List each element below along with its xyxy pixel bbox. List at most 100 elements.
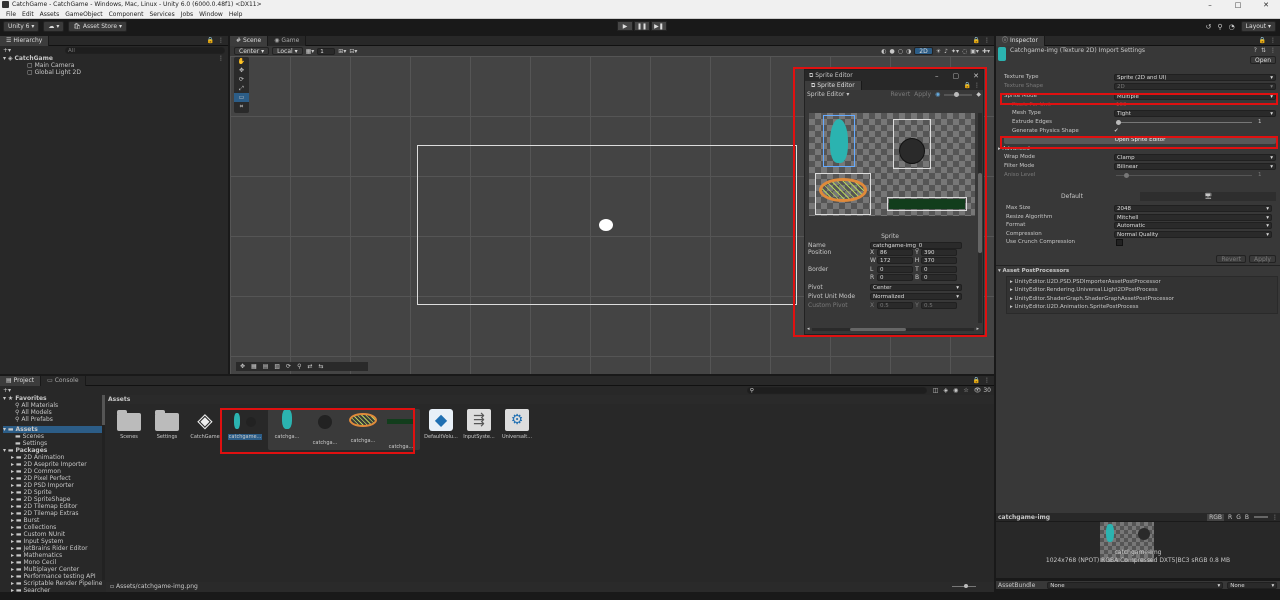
package-item[interactable]: ▸ ▬ JetBrains Rider Editor — [3, 545, 102, 552]
more-icon[interactable]: ⋮ — [218, 37, 224, 44]
asset-item-input-system[interactable]: ⇶ InputSyste... — [462, 409, 496, 440]
scene-menu-icon[interactable]: ⋮ — [218, 55, 224, 62]
extrude-value[interactable]: 1 — [1258, 118, 1262, 127]
icon-size-slider[interactable] — [952, 584, 976, 588]
shading-icon[interactable]: ● — [890, 48, 895, 55]
packages-root[interactable]: ▾ ▬ Packages — [3, 447, 102, 454]
hand-tool-icon[interactable]: ✋ — [234, 57, 249, 66]
cloud-button[interactable]: ☁ ▾ — [43, 21, 65, 32]
asset-item-universal[interactable]: ⚙ Universalt... — [500, 409, 534, 440]
overlay-link-icon[interactable]: ⇆ — [319, 363, 324, 370]
space-dropdown[interactable]: Local ▾ — [272, 47, 303, 55]
physics-shape-checkbox[interactable]: ✔ — [1114, 127, 1119, 136]
postprocessor-item[interactable]: ▸ UnityEditor.U2D.Animation.SpritePostPr… — [1010, 303, 1274, 312]
hierarchy-item-global-light[interactable]: ▢ Global Light 2D — [3, 69, 228, 76]
menu-window[interactable]: Window — [199, 10, 223, 19]
menu-services[interactable]: Services — [149, 10, 174, 19]
package-item[interactable]: ▸ ▬ Performance testing API — [3, 573, 102, 580]
overlay-tile-icon[interactable]: ▤ — [263, 363, 269, 370]
menu-component[interactable]: Component — [109, 10, 144, 19]
asset-store-button[interactable]: 🛍 Asset Store ▾ — [68, 21, 127, 32]
camera-icon[interactable]: ▣▾ — [970, 48, 979, 55]
assetbundle-dropdown[interactable]: None ▾ — [1047, 581, 1224, 589]
hierarchy-search-input[interactable]: All — [65, 47, 225, 54]
hidden-icon[interactable]: ◌ — [962, 48, 967, 55]
tab-project[interactable]: ▤ Project — [0, 375, 42, 386]
asset-item-default-volume[interactable]: ◆ DefaultVolu... — [424, 409, 458, 440]
menu-gameobject[interactable]: GameObject — [65, 10, 102, 19]
rect-tool-icon[interactable]: ▭ — [234, 93, 249, 102]
package-item[interactable]: ▸ ▬ Mono Cecil — [3, 559, 102, 566]
overlay-paint-icon[interactable]: ▧ — [274, 363, 280, 370]
resize-dropdown[interactable]: Mitchell ▾ — [1114, 213, 1272, 221]
revert-button[interactable]: Revert — [1216, 255, 1247, 263]
package-item[interactable]: ▸ ▬ Scriptable Render Pipeline — [3, 580, 102, 587]
package-item[interactable]: ▸ ▬ 2D Common — [3, 468, 102, 475]
package-item[interactable]: ▸ ▬ Input System — [3, 538, 102, 545]
overlay-move-icon[interactable]: ✥ — [240, 363, 245, 370]
tab-hierarchy[interactable]: ☰ Hierarchy — [0, 35, 50, 46]
favorite-icon[interactable]: ☆ — [963, 387, 968, 394]
inspector-lock-icon[interactable]: 🔒 — [1259, 37, 1266, 44]
close-window-button[interactable]: ✕ — [1252, 0, 1280, 10]
channel-rgb[interactable]: RGB — [1207, 513, 1225, 521]
open-button[interactable]: Open — [1249, 56, 1276, 64]
tab-console[interactable]: ▭ Console — [41, 375, 86, 386]
package-item[interactable]: ▸ ▬ 2D PSD Importer — [3, 482, 102, 489]
asset-folder-item[interactable]: ▬ Settings — [3, 440, 102, 447]
preview-more-icon[interactable]: ⋮ — [1272, 514, 1278, 521]
rotate-tool-icon[interactable]: ⟳ — [234, 75, 249, 84]
asset-folder-item[interactable]: ▬ Scenes — [3, 433, 102, 440]
2d-toggle[interactable]: 2D — [914, 47, 933, 55]
search-icon[interactable]: ⚲ — [1217, 23, 1222, 31]
favorite-item[interactable]: ⚲ All Prefabs — [3, 416, 102, 423]
filter-label-icon[interactable]: ◈ — [943, 387, 948, 394]
project-lock-icon[interactable]: 🔒 — [973, 377, 980, 384]
tree-scrollbar[interactable] — [102, 395, 105, 580]
maximize-button[interactable]: □ — [1224, 0, 1252, 10]
tab-default-platform[interactable]: Default — [1004, 192, 1140, 201]
extrude-slider[interactable] — [1116, 119, 1252, 125]
menu-file[interactable]: File — [6, 10, 16, 19]
package-item[interactable]: ▸ ▬ 2D Aseprite Importer — [3, 461, 102, 468]
postprocessor-item[interactable]: ▸ UnityEditor.U2D.PSD.PSDImporterAssetPo… — [1010, 278, 1274, 287]
snap-icon[interactable]: ⊞▾ — [338, 48, 346, 55]
move-tool-icon[interactable]: ✥ — [234, 66, 249, 75]
history-icon[interactable]: ↺ — [1206, 23, 1212, 31]
menu-help[interactable]: Help — [229, 10, 243, 19]
lighting-icon[interactable]: ☀ — [936, 48, 941, 55]
scale-tool-icon[interactable]: ⤢ — [234, 84, 249, 93]
breadcrumb-assets[interactable]: Assets — [108, 396, 130, 403]
filter-mode-dropdown[interactable]: Bilinear ▾ — [1114, 162, 1276, 170]
effects-icon[interactable]: ✦▾ — [951, 48, 959, 55]
package-item[interactable]: ▸ ▬ 2D SpriteShape — [3, 496, 102, 503]
texture-shape-dropdown[interactable]: 2D ▾ — [1114, 82, 1276, 90]
package-item[interactable]: ▸ ▬ 2D Sprite — [3, 489, 102, 496]
assetbundle-variant-dropdown[interactable]: None ▾ — [1227, 581, 1278, 589]
package-item[interactable]: ▸ ▬ Custom NUnit — [3, 531, 102, 538]
favorite-item[interactable]: ⚲ All Models — [3, 409, 102, 416]
compression-dropdown[interactable]: Normal Quality ▾ — [1114, 230, 1272, 238]
add-icon[interactable]: +▾ — [3, 47, 11, 54]
aniso-slider[interactable] — [1116, 172, 1252, 178]
draw-mode-icon[interactable]: ◐ — [881, 48, 886, 55]
pause-button[interactable]: ❚❚ — [634, 21, 650, 31]
settings-icon[interactable]: ⋮ — [1270, 47, 1276, 54]
package-item[interactable]: ▸ ▬ 2D Pixel Perfect — [3, 475, 102, 482]
project-more-icon[interactable]: ⋮ — [984, 377, 990, 384]
tab-game[interactable]: ◉ Game — [268, 35, 307, 46]
package-item[interactable]: ▸ ▬ Collections — [3, 524, 102, 531]
channel-g[interactable]: G — [1236, 514, 1241, 521]
project-add-icon[interactable]: +▾ — [3, 387, 11, 394]
step-button[interactable]: ▶❚ — [651, 21, 667, 31]
texture-type-dropdown[interactable]: Sprite (2D and UI) ▾ — [1114, 74, 1276, 81]
scene-lock-icon[interactable]: 🔒 — [973, 37, 980, 44]
grid-size-field[interactable]: 1 — [317, 47, 336, 55]
lit-icon[interactable]: ◑ — [906, 48, 911, 55]
menu-assets[interactable]: Assets — [40, 10, 60, 19]
collab-icon[interactable]: ◔ — [1229, 23, 1235, 31]
project-search-input[interactable]: ⚲ — [746, 387, 927, 394]
audio-icon[interactable]: ♪ — [944, 48, 948, 55]
format-dropdown[interactable]: Automatic ▾ — [1114, 222, 1272, 230]
asset-item-settings[interactable]: Settings — [150, 409, 184, 440]
